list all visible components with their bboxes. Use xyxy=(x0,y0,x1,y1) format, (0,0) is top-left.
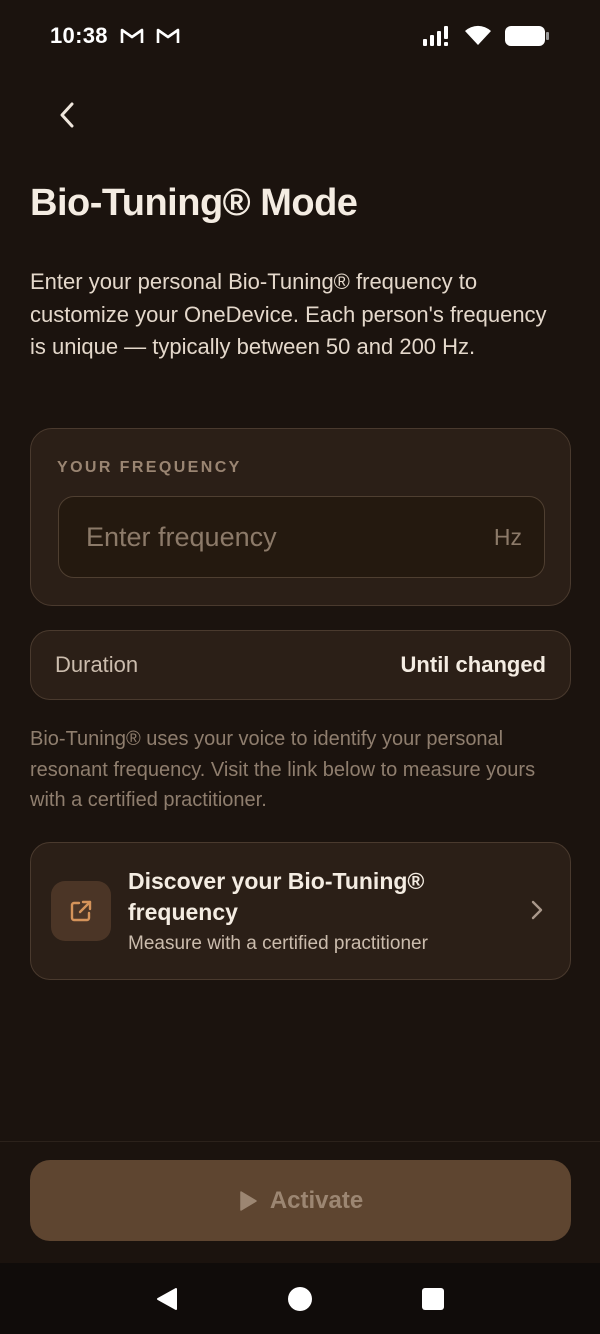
frequency-card: YOUR FREQUENCY Hz xyxy=(30,428,571,606)
page-title: Bio-Tuning® Mode xyxy=(30,182,358,224)
chevron-right-icon xyxy=(531,900,543,920)
system-nav-bar xyxy=(0,1263,600,1334)
status-left: 10:38 xyxy=(50,23,180,49)
status-bar: 10:38 xyxy=(0,0,600,72)
bottom-divider xyxy=(0,1141,600,1142)
chevron-left-icon xyxy=(60,102,74,128)
frequency-input-wrapper[interactable]: Hz xyxy=(58,496,545,578)
activate-button[interactable]: Activate xyxy=(30,1160,571,1241)
activate-label: Activate xyxy=(269,1186,364,1214)
frequency-unit: Hz xyxy=(493,523,522,550)
gmail-icon xyxy=(120,28,144,43)
play-icon xyxy=(240,1190,257,1211)
duration-row[interactable]: Duration Until changed xyxy=(30,630,571,700)
nav-home-button[interactable] xyxy=(275,1274,325,1324)
home-circle-icon xyxy=(287,1286,312,1311)
status-right xyxy=(422,25,550,47)
nav-recents-button[interactable] xyxy=(408,1274,458,1324)
gmail-icon xyxy=(156,28,180,43)
info-text: Bio-Tuning® uses your voice to identify … xyxy=(30,728,536,811)
discover-icon-box xyxy=(51,881,111,941)
discover-chevron xyxy=(530,899,544,926)
discover-subtitle: Measure with a certified practitioner xyxy=(128,933,428,954)
back-triangle-icon xyxy=(156,1287,177,1310)
recents-square-icon xyxy=(422,1287,445,1310)
discover-frequency-card[interactable]: Discover your Bio-Tuning® frequency Meas… xyxy=(30,842,571,980)
intro-text: Enter your personal Bio-Tuning® frequenc… xyxy=(30,269,547,359)
duration-label: Duration xyxy=(55,652,139,677)
back-button[interactable] xyxy=(44,92,90,138)
battery-icon xyxy=(505,26,549,46)
duration-value: Until changed xyxy=(400,652,546,677)
external-link-icon xyxy=(70,900,92,922)
wifi-icon xyxy=(465,25,491,45)
frequency-label: YOUR FREQUENCY xyxy=(57,459,242,476)
signal-icon xyxy=(423,26,448,46)
frequency-input[interactable] xyxy=(86,521,446,553)
discover-title: Discover your Bio-Tuning® frequency xyxy=(128,868,425,925)
nav-back-button[interactable] xyxy=(142,1274,192,1324)
status-time: 10:38 xyxy=(50,23,108,48)
